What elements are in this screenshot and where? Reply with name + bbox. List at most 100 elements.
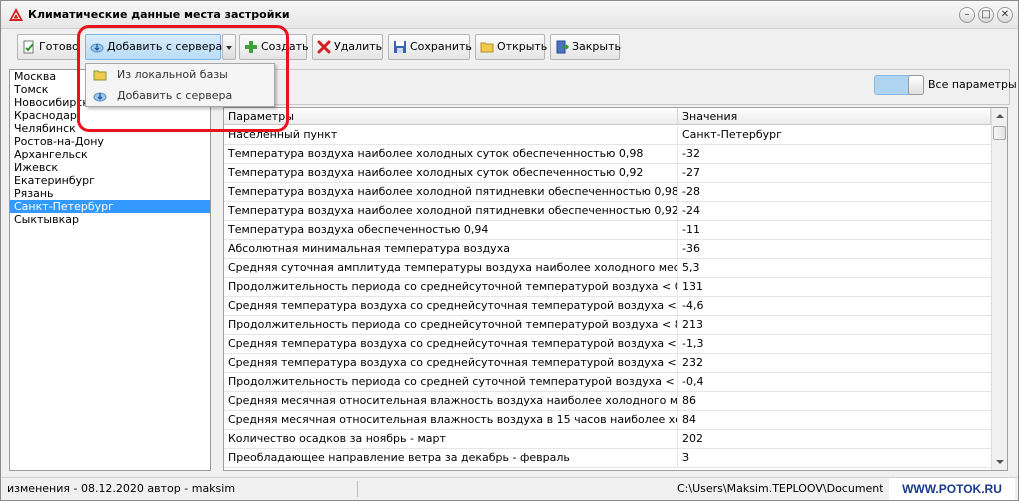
parameter-name-cell[interactable]: Средняя месячная относительная влажность…: [224, 411, 678, 430]
parameter-name-cell[interactable]: Средняя температура воздуха со среднейсу…: [224, 354, 678, 373]
grid-row[interactable]: Преобладающее направление ветра за декаб…: [224, 449, 991, 468]
parameter-name-cell[interactable]: Населенный пункт: [224, 126, 678, 145]
save-button[interactable]: Сохранить: [388, 34, 472, 60]
open-button[interactable]: Открыть: [475, 34, 548, 60]
grid-row[interactable]: Населенный пункт Санкт-Петербург: [224, 126, 991, 145]
vertical-scrollbar[interactable]: [991, 108, 1007, 470]
grid-row[interactable]: Продолжительность периода со среднейсуто…: [224, 278, 991, 297]
grid-row[interactable]: Средняя месячная относительная влажность…: [224, 411, 991, 430]
parameter-value-cell[interactable]: 131: [678, 278, 991, 297]
parameter-name-cell[interactable]: Температура воздуха наиболее холодной пя…: [224, 202, 678, 221]
close-label: Закрыть: [572, 40, 621, 53]
grid-row[interactable]: Продолжительность периода со среднейсуто…: [224, 316, 991, 335]
folder-icon: [480, 42, 494, 53]
grid-row[interactable]: Средняя температура воздуха со среднейсу…: [224, 335, 991, 354]
city-list-item[interactable]: Краснодар: [10, 109, 210, 122]
parameter-name-cell[interactable]: Продолжительность периода со среднейсуто…: [224, 278, 678, 297]
city-list-item[interactable]: Екатеринбург: [10, 174, 210, 187]
city-list-item[interactable]: Ижевск: [10, 161, 210, 174]
ready-button[interactable]: Готово: [17, 34, 79, 60]
parameter-name-cell[interactable]: Температура воздуха обеспеченностью 0,94: [224, 221, 678, 240]
cloud-download-icon: [93, 92, 107, 102]
parameter-name-cell[interactable]: Средняя суточная амплитуда температуры в…: [224, 259, 678, 278]
menu-item-local-database[interactable]: Из локальной базы: [87, 65, 273, 85]
parameter-name-cell[interactable]: Температура воздуха наиболее холодных су…: [224, 164, 678, 183]
open-label: Открыть: [497, 40, 548, 53]
parameter-name-cell[interactable]: Средняя температура воздуха со среднейсу…: [224, 335, 678, 354]
city-list-item[interactable]: Рязань: [10, 187, 210, 200]
save-label: Сохранить: [410, 40, 472, 53]
close-button[interactable]: Закрыть: [550, 34, 621, 60]
menu-item-label: Добавить с сервера: [117, 89, 233, 102]
all-parameters-label[interactable]: Все параметры: [928, 78, 1017, 91]
column-header-values[interactable]: Значения: [678, 108, 991, 125]
parameter-value-cell[interactable]: 202: [678, 430, 991, 449]
parameters-panel: Все параметры Параметры Значения Населен…: [221, 69, 1017, 471]
minimize-icon[interactable]: –: [959, 7, 975, 23]
add-from-server-button[interactable]: Добавить с сервера: [85, 34, 222, 60]
toggle-knob[interactable]: [908, 75, 924, 95]
parameter-name-cell[interactable]: Средняя месячная относительная влажность…: [224, 392, 678, 411]
city-list-item[interactable]: Сыктывкар: [10, 213, 210, 226]
parameter-name-cell[interactable]: Температура воздуха наиболее холодных су…: [224, 145, 678, 164]
grid-row[interactable]: Температура воздуха наиболее холодной пя…: [224, 202, 991, 221]
parameter-value-cell[interactable]: 86: [678, 392, 991, 411]
scroll-thumb[interactable]: [993, 126, 1006, 140]
menu-item-add-from-server[interactable]: Добавить с сервера: [87, 86, 273, 106]
parameter-value-cell[interactable]: -27: [678, 164, 991, 183]
site-watermark: WWW.POTOK.RU: [889, 478, 1015, 500]
grid-row[interactable]: Абсолютная минимальная температура возду…: [224, 240, 991, 259]
grid-row[interactable]: Средняя месячная относительная влажность…: [224, 392, 991, 411]
grid-row[interactable]: Средняя суточная амплитуда температуры в…: [224, 259, 991, 278]
status-separator: [357, 481, 358, 497]
parameter-name-cell[interactable]: Температура воздуха наиболее холодной пя…: [224, 183, 678, 202]
parameter-name-cell[interactable]: Количество осадков за ноябрь - март: [224, 430, 678, 449]
parameter-value-cell[interactable]: -36: [678, 240, 991, 259]
all-parameters-toggle[interactable]: [874, 75, 924, 95]
delete-button[interactable]: Удалить: [312, 34, 383, 60]
grid-row[interactable]: Средняя температура воздуха со среднейсу…: [224, 297, 991, 316]
parameter-value-cell[interactable]: -4,6: [678, 297, 991, 316]
grid-row[interactable]: Температура воздуха наиболее холодной пя…: [224, 183, 991, 202]
city-list-item[interactable]: Челябинск: [10, 122, 210, 135]
parameter-value-cell[interactable]: -32: [678, 145, 991, 164]
folder-icon: [93, 70, 107, 81]
parameter-name-cell[interactable]: Продолжительность периода со средней сут…: [224, 373, 678, 392]
parameter-name-cell[interactable]: Преобладающее направление ветра за декаб…: [224, 449, 678, 468]
scroll-up-icon[interactable]: [992, 108, 1007, 124]
grid-row[interactable]: Продолжительность периода со средней сут…: [224, 373, 991, 392]
add-dropdown-menu: Из локальной базы Добавить с сервера: [85, 63, 275, 107]
parameter-value-cell[interactable]: -11: [678, 221, 991, 240]
parameter-value-cell[interactable]: З: [678, 449, 991, 468]
parameter-name-cell[interactable]: Продолжительность периода со среднейсуто…: [224, 316, 678, 335]
grid-row[interactable]: Температура воздуха наиболее холодных су…: [224, 164, 991, 183]
grid-row[interactable]: Количество осадков за ноябрь - март 202: [224, 430, 991, 449]
city-list-item-selected[interactable]: Санкт-Петербург: [10, 200, 210, 213]
parameter-value-cell[interactable]: -24: [678, 202, 991, 221]
city-list-item[interactable]: Ростов-на-Дону: [10, 135, 210, 148]
parameter-value-cell[interactable]: -1,3: [678, 335, 991, 354]
close-icon[interactable]: ✕: [997, 7, 1013, 23]
parameter-value-cell[interactable]: 5,3: [678, 259, 991, 278]
toolbar: Готово Добавить с сервера Создать Удалит…: [1, 29, 1018, 65]
parameter-value-cell[interactable]: -0,4: [678, 373, 991, 392]
parameter-value-cell[interactable]: 84: [678, 411, 991, 430]
column-header-parameters[interactable]: Параметры: [224, 108, 678, 125]
grid-row[interactable]: Температура воздуха наиболее холодных су…: [224, 145, 991, 164]
create-button[interactable]: Создать: [239, 34, 309, 60]
maximize-icon[interactable]: □: [978, 7, 994, 23]
parameter-value-cell[interactable]: 213: [678, 316, 991, 335]
parameter-name-cell[interactable]: Средняя температура воздуха со среднейсу…: [224, 297, 678, 316]
grid-row[interactable]: Средняя температура воздуха со среднейсу…: [224, 354, 991, 373]
scroll-down-icon[interactable]: [992, 454, 1007, 470]
ready-label: Готово: [39, 40, 79, 53]
add-dropdown-arrow[interactable]: [222, 34, 236, 60]
parameter-name-cell[interactable]: Абсолютная минимальная температура возду…: [224, 240, 678, 259]
parameter-value-cell[interactable]: -28: [678, 183, 991, 202]
grid-row[interactable]: Температура воздуха обеспеченностью 0,94…: [224, 221, 991, 240]
grid-header: Параметры Значения: [224, 108, 991, 125]
city-list-item[interactable]: Архангельск: [10, 148, 210, 161]
parameter-value-cell[interactable]: Санкт-Петербург: [678, 126, 991, 145]
parameter-value-cell[interactable]: 232: [678, 354, 991, 373]
city-list[interactable]: Москва Томск Новосибирск Краснодар Челяб…: [9, 69, 211, 471]
